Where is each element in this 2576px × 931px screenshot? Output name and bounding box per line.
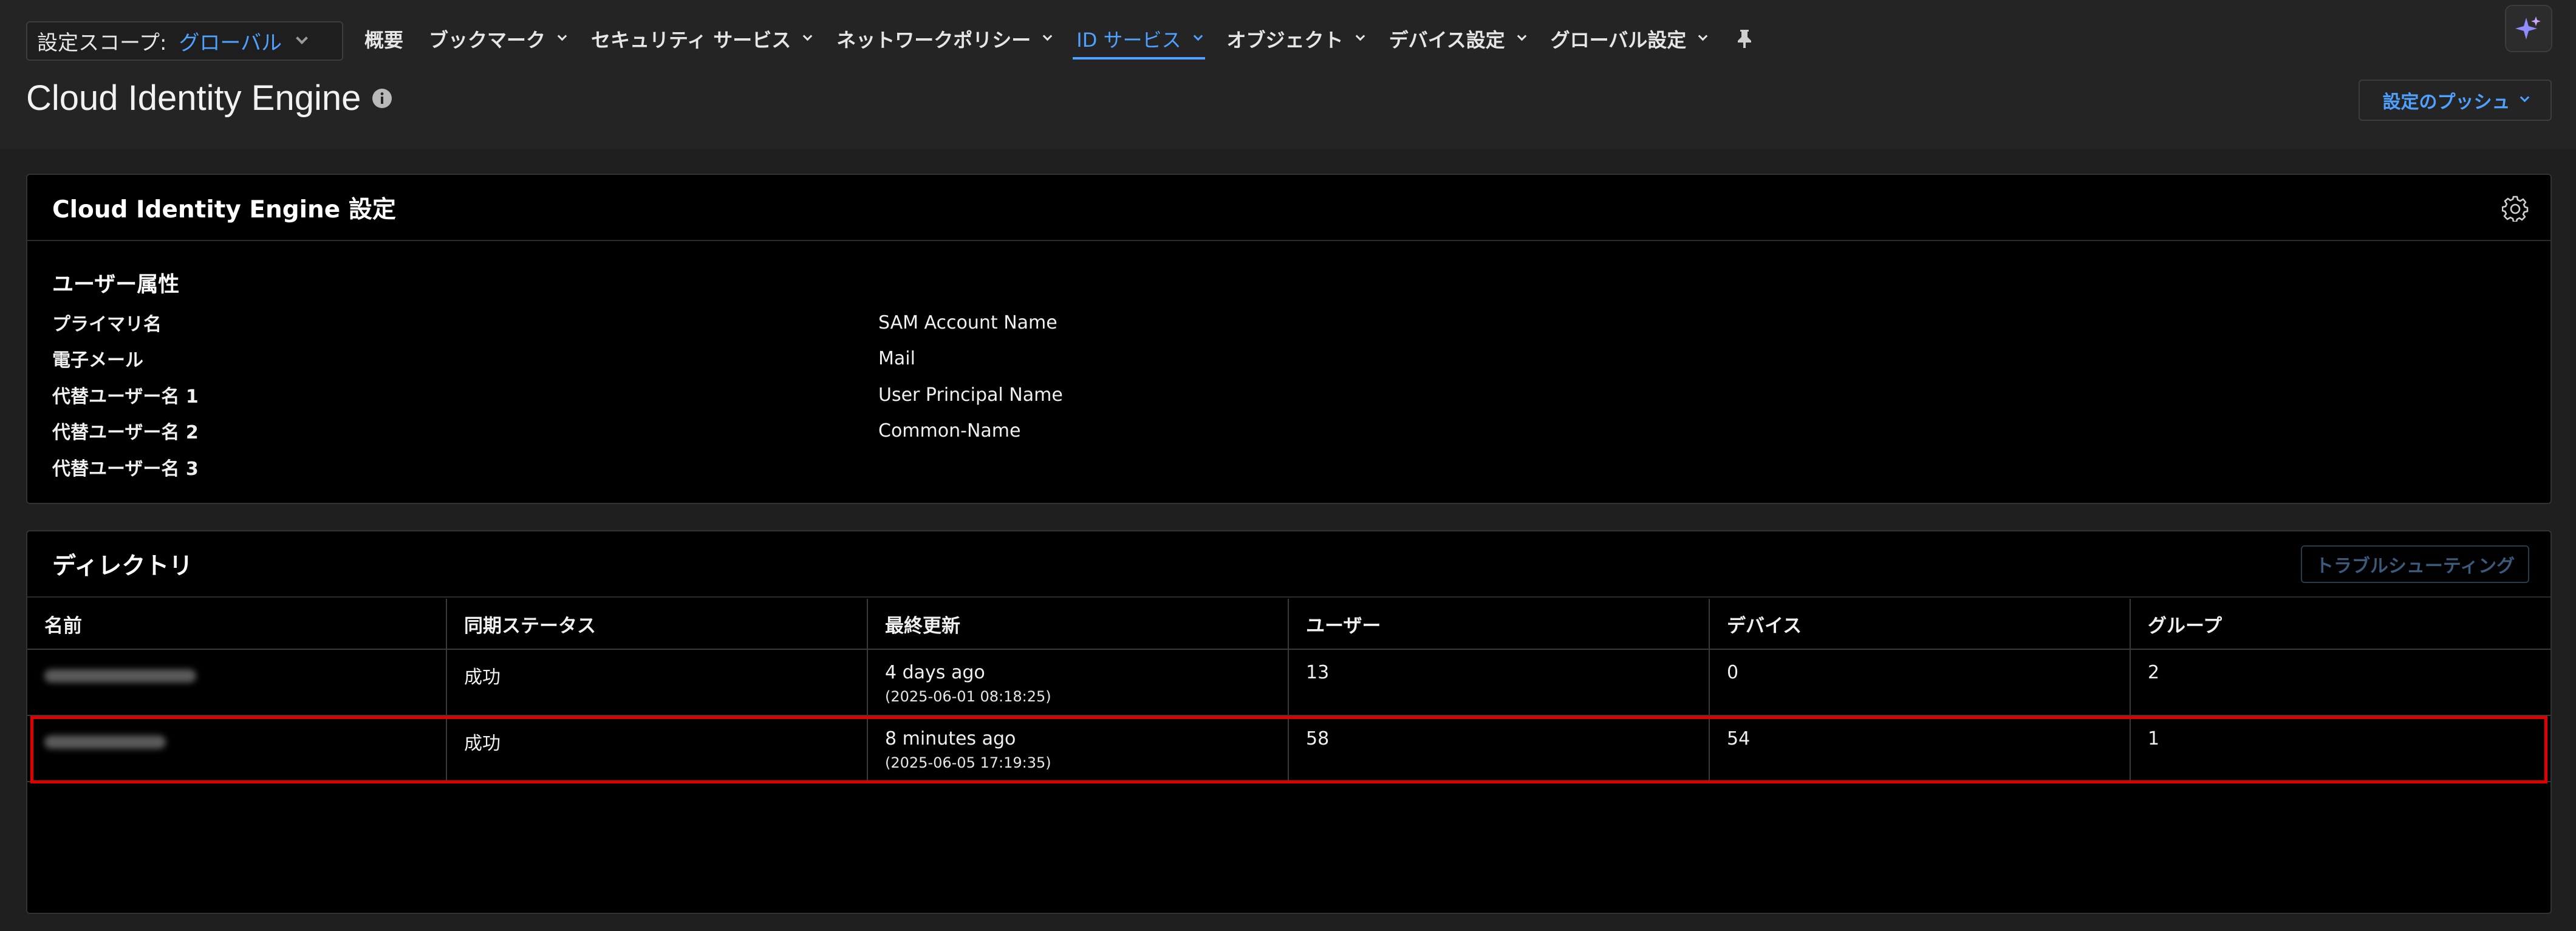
cie-settings-panel: Cloud Identity Engine 設定 ユーザー属性 プライマリ名 S… — [26, 174, 2552, 504]
config-scope-selector[interactable]: 設定スコープ: グローバル — [26, 21, 343, 61]
nav-global-settings[interactable]: グローバル設定 — [1550, 21, 1708, 57]
users-count-cell: 58 — [1288, 715, 1710, 782]
cie-settings-title: Cloud Identity Engine 設定 — [52, 196, 396, 223]
column-header-groups[interactable]: グループ — [2130, 599, 2550, 650]
attr-value: Mail — [878, 347, 915, 369]
push-config-label: 設定のプッシュ — [2382, 92, 2510, 113]
chevron-down-icon — [1193, 31, 1203, 41]
nav-network-policy-label: ネットワークポリシー — [836, 29, 1031, 52]
attr-key: 電子メール — [52, 350, 143, 371]
user-attributes-heading: ユーザー属性 — [52, 273, 180, 297]
last-updated-relative: 4 days ago — [885, 662, 985, 683]
column-header-users[interactable]: ユーザー — [1288, 599, 1710, 650]
devices-count-cell: 54 — [1709, 715, 2131, 782]
attr-key: プライマリ名 — [52, 314, 162, 335]
last-updated-cell: 4 days ago (2025-06-01 08:18:25) — [867, 649, 1289, 716]
directory-table: 名前 同期ステータス 最終更新 ユーザー デバイス グループ 成功 4 days… — [27, 599, 2550, 782]
top-bar: 設定スコープ: グローバル 概要 ブックマーク セキュリティ サービス ネットワ… — [0, 0, 2576, 149]
column-header-sync-status[interactable]: 同期ステータス — [446, 599, 868, 650]
attr-value: SAM Account Name — [878, 312, 1057, 333]
redacted-directory-name — [44, 669, 196, 683]
last-updated-cell: 8 minutes ago (2025-06-05 17:19:35) — [867, 715, 1289, 782]
chevron-down-icon — [557, 31, 567, 41]
config-scope-value: グローバル — [179, 31, 282, 55]
push-config-button[interactable]: 設定のプッシュ — [2359, 80, 2552, 121]
chevron-down-icon — [2520, 92, 2529, 102]
attr-row-alt-username-3: 代替ユーザー名 3 — [52, 452, 2482, 482]
chevron-down-icon — [1043, 31, 1053, 41]
nav-id-services-label: ID サービス — [1076, 29, 1181, 52]
directory-header: ディレクトリ トラブルシューティング — [27, 531, 2550, 598]
nav-overview[interactable]: 概要 — [364, 21, 403, 57]
chevron-down-icon — [802, 31, 813, 41]
main-nav: 概要 ブックマーク セキュリティ サービス ネットワークポリシー ID サービス… — [364, 21, 1754, 63]
nav-id-services[interactable]: ID サービス — [1073, 21, 1205, 60]
attr-row-alt-username-1: 代替ユーザー名 1 User Principal Name — [52, 380, 2482, 410]
nav-global-settings-label: グローバル設定 — [1550, 29, 1687, 52]
column-header-name[interactable]: 名前 — [27, 599, 447, 650]
sync-status-cell: 成功 — [446, 715, 868, 782]
ai-assistant-button[interactable] — [2505, 5, 2552, 52]
attr-row-alt-username-2: 代替ユーザー名 2 Common-Name — [52, 415, 2482, 446]
sync-status-cell: 成功 — [446, 649, 868, 716]
nav-objects[interactable]: オブジェクト — [1226, 21, 1365, 57]
attr-row-email: 電子メール Mail — [52, 343, 2482, 373]
nav-bookmarks[interactable]: ブックマーク — [429, 21, 567, 57]
nav-security-services[interactable]: セキュリティ サービス — [591, 21, 813, 57]
nav-device-settings-label: デバイス設定 — [1389, 29, 1505, 52]
nav-device-settings[interactable]: デバイス設定 — [1389, 21, 1526, 57]
attr-key: 代替ユーザー名 1 — [52, 386, 199, 408]
groups-count-cell: 2 — [2130, 649, 2550, 716]
attr-row-primary-name: プライマリ名 SAM Account Name — [52, 307, 2482, 338]
directory-name-cell[interactable] — [27, 649, 447, 716]
table-row[interactable]: 成功 8 minutes ago (2025-06-05 17:19:35) 5… — [27, 715, 2550, 782]
config-scope-label: 設定スコープ: — [37, 31, 167, 55]
cie-settings-header: Cloud Identity Engine 設定 — [27, 175, 2550, 241]
chevron-down-icon — [296, 32, 308, 44]
page-title: Cloud Identity Engine — [26, 75, 392, 121]
last-updated-timestamp: (2025-06-01 08:18:25) — [885, 688, 1051, 705]
pin-icon[interactable] — [1735, 21, 1754, 57]
column-header-devices[interactable]: デバイス — [1709, 599, 2131, 650]
column-header-last-updated[interactable]: 最終更新 — [867, 599, 1289, 650]
nav-security-services-label: セキュリティ サービス — [591, 29, 791, 52]
nav-objects-label: オブジェクト — [1226, 29, 1344, 52]
attr-key: 代替ユーザー名 3 — [52, 459, 199, 480]
nav-overview-label: 概要 — [364, 29, 404, 52]
directory-name-cell[interactable] — [27, 715, 447, 782]
table-row[interactable]: 成功 4 days ago (2025-06-01 08:18:25) 13 0… — [27, 649, 2550, 716]
troubleshoot-label: トラブルシューティング — [2315, 556, 2515, 577]
last-updated-timestamp: (2025-06-05 17:19:35) — [885, 754, 1051, 771]
chevron-down-icon — [1517, 31, 1526, 41]
redacted-directory-name — [44, 735, 166, 749]
nav-bookmarks-label: ブックマーク — [429, 29, 546, 52]
attr-value: Common-Name — [878, 420, 1021, 442]
nav-network-policy[interactable]: ネットワークポリシー — [836, 21, 1053, 57]
last-updated-relative: 8 minutes ago — [885, 728, 1016, 749]
sparkle-icon — [2515, 16, 2541, 39]
directory-title: ディレクトリ — [52, 552, 193, 580]
page-title-text: Cloud Identity Engine — [26, 78, 361, 118]
attr-value: User Principal Name — [878, 384, 1063, 406]
attr-key: 代替ユーザー名 2 — [52, 422, 199, 443]
groups-count-cell: 1 — [2130, 715, 2550, 782]
table-header-row: 名前 同期ステータス 最終更新 ユーザー デバイス グループ — [27, 599, 2550, 650]
info-icon[interactable] — [372, 88, 392, 109]
gear-icon[interactable] — [2502, 195, 2529, 222]
devices-count-cell: 0 — [1709, 649, 2131, 716]
chevron-down-icon — [1698, 31, 1708, 41]
troubleshoot-button[interactable]: トラブルシューティング — [2301, 545, 2529, 583]
directory-panel: ディレクトリ トラブルシューティング 名前 同期ステータス 最終更新 ユーザー … — [26, 530, 2552, 914]
chevron-down-icon — [1355, 31, 1365, 41]
users-count-cell: 13 — [1288, 649, 1710, 716]
